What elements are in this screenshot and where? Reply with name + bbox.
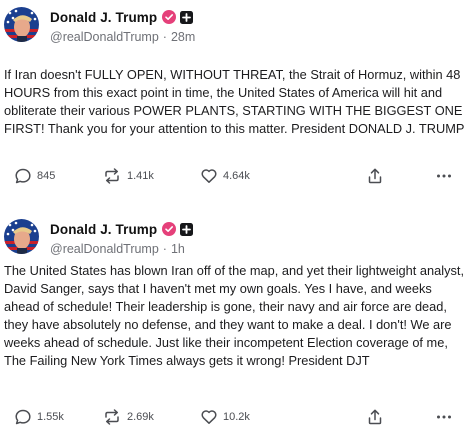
post-text: If Iran doesn't FULLY OPEN, WITHOUT THRE… bbox=[4, 67, 465, 136]
like-count: 10.2k bbox=[223, 411, 250, 423]
like-button[interactable]: 10.2k bbox=[200, 405, 250, 429]
reply-button[interactable]: 845 bbox=[14, 164, 55, 188]
reply-count: 1.55k bbox=[37, 411, 64, 423]
share-button[interactable] bbox=[366, 164, 384, 188]
action-bar: 1.55k 2.69k 10.2k bbox=[0, 405, 474, 429]
retruth-button[interactable]: 2.69k bbox=[102, 405, 154, 429]
share-button[interactable] bbox=[366, 405, 384, 429]
more-dots-icon bbox=[437, 174, 451, 178]
timestamp[interactable]: 1h bbox=[171, 242, 185, 256]
retruth-arrows-icon bbox=[105, 409, 119, 425]
more-options-button[interactable] bbox=[435, 164, 453, 188]
share-icon bbox=[368, 168, 382, 184]
timestamp[interactable]: 28m bbox=[171, 30, 195, 44]
heart-icon bbox=[201, 410, 217, 424]
reply-count: 845 bbox=[37, 170, 56, 182]
reply-bubble-icon bbox=[15, 168, 31, 184]
separator: · bbox=[162, 30, 167, 44]
share-icon bbox=[368, 409, 382, 425]
verified-badge-icon bbox=[162, 222, 177, 236]
handle[interactable]: @realDonaldTrump bbox=[50, 30, 159, 44]
verified-badge-icon bbox=[162, 10, 177, 24]
handle-time: @realDonaldTrump · 28m bbox=[50, 30, 195, 44]
retruth-button[interactable]: 1.41k bbox=[102, 164, 154, 188]
reply-button[interactable]: 1.55k bbox=[14, 405, 64, 429]
retruth-count: 2.69k bbox=[127, 411, 154, 423]
handle-time: @realDonaldTrump · 1h bbox=[50, 242, 185, 256]
post-text: The United States has blown Iran off of … bbox=[4, 263, 465, 368]
display-name[interactable]: Donald J. Trump bbox=[50, 10, 157, 25]
avatar[interactable] bbox=[4, 7, 39, 42]
display-name[interactable]: Donald J. Trump bbox=[50, 222, 157, 237]
plus-box-icon bbox=[180, 10, 194, 24]
reply-bubble-icon bbox=[15, 409, 31, 425]
more-options-button[interactable] bbox=[435, 405, 453, 429]
more-dots-icon bbox=[437, 415, 451, 419]
retruth-arrows-icon bbox=[105, 168, 119, 184]
like-button[interactable]: 4.64k bbox=[200, 164, 250, 188]
avatar[interactable] bbox=[4, 219, 39, 254]
plus-box-icon bbox=[180, 222, 194, 236]
heart-icon bbox=[201, 169, 217, 183]
handle[interactable]: @realDonaldTrump bbox=[50, 242, 159, 256]
retruth-count: 1.41k bbox=[127, 170, 154, 182]
action-bar: 845 1.41k 4.64k bbox=[0, 164, 474, 188]
like-count: 4.64k bbox=[223, 170, 250, 182]
separator: · bbox=[162, 242, 167, 256]
